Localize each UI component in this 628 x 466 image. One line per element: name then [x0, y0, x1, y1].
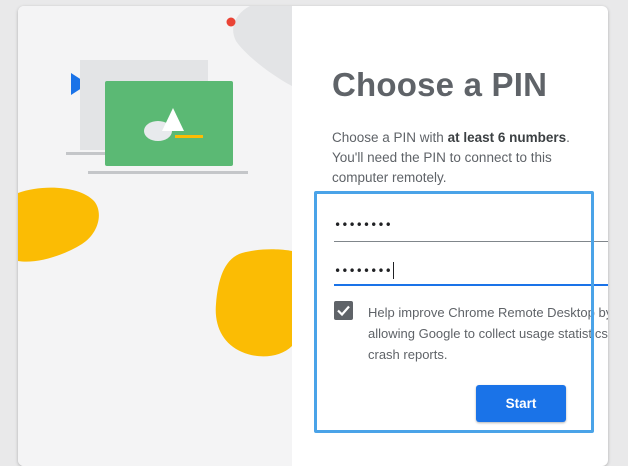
checkmark-icon	[337, 305, 350, 317]
yellow-blob-left	[18, 187, 99, 262]
text-caret	[392, 262, 394, 279]
front-laptop-base	[88, 171, 248, 174]
pin-input[interactable]: ••••••••	[334, 212, 608, 242]
usage-stats-checkbox[interactable]	[334, 301, 353, 320]
screen-yellow-line	[175, 135, 203, 138]
yellow-blob-bottom	[215, 249, 292, 357]
start-button[interactable]: Start	[476, 385, 566, 422]
illustration-panel	[18, 6, 292, 466]
pin-description: Choose a PIN with at least 6 numbers. Yo…	[332, 130, 570, 185]
dialog-card: Choose a PIN Choose a PIN with at least …	[18, 6, 608, 466]
red-dot	[226, 17, 236, 27]
pin-input-value: ••••••••	[334, 218, 392, 232]
usage-stats-label: Help improve Chrome Remote Desktop by al…	[368, 305, 608, 362]
pin-form-panel: Choose a PIN Choose a PIN with at least …	[292, 6, 608, 466]
grey-blob	[233, 6, 292, 86]
pin-confirm-input-value: ••••••••	[334, 264, 392, 278]
remote-desktop-illustration	[18, 6, 292, 357]
page-title: Choose a PIN	[332, 66, 548, 103]
pin-confirm-input[interactable]: ••••••••	[334, 256, 608, 286]
